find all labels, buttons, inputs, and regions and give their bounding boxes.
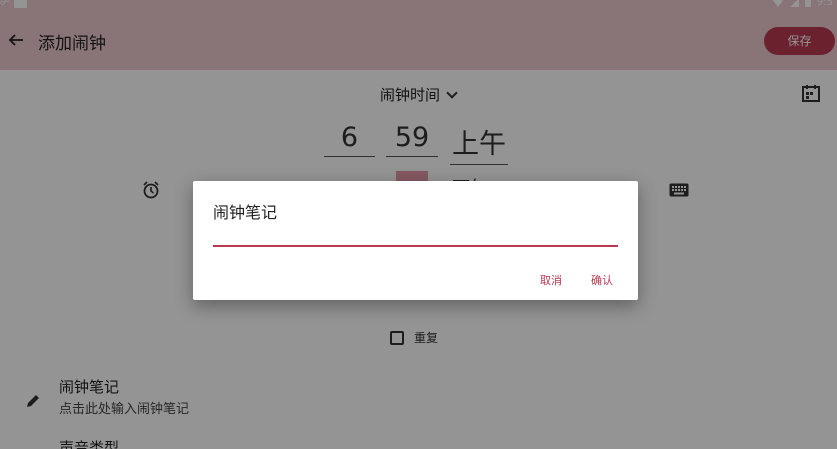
confirm-button[interactable]: 确认: [591, 272, 613, 288]
alarm-note-input[interactable]: [213, 229, 618, 247]
cancel-button[interactable]: 取消: [540, 272, 562, 288]
dialog-title: 闹钟笔记: [213, 203, 278, 222]
alarm-note-dialog: 闹钟笔记 取消 确认: [193, 181, 638, 300]
